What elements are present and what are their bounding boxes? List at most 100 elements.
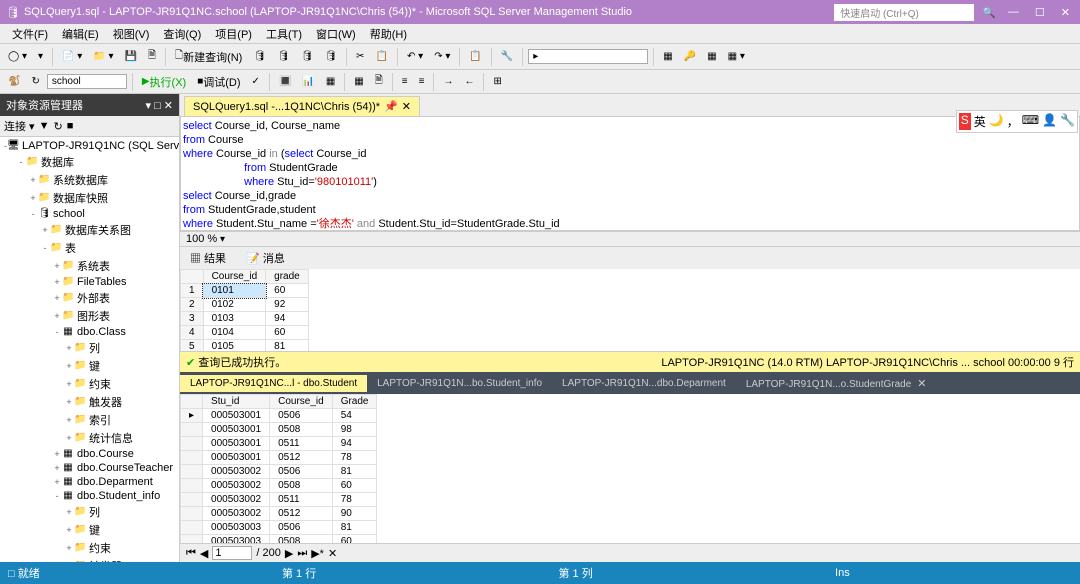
menu-item[interactable]: 查询(Q) xyxy=(157,25,207,43)
uncomment-icon[interactable]: ≡ xyxy=(415,74,429,89)
ime-keyboard-icon[interactable]: ⌨ xyxy=(1022,113,1039,130)
execute-button[interactable]: ▶ 执行(X) xyxy=(138,72,190,92)
grid-icon[interactable]: ▦ xyxy=(322,74,339,89)
tab-close-icon[interactable]: ✕ xyxy=(402,100,411,113)
object-tree[interactable]: -🖥 LAPTOP-JR91Q1NC (SQL Server 1... -📁数据… xyxy=(0,137,179,562)
stop-icon[interactable]: ■ xyxy=(67,120,74,132)
tree-item[interactable]: +📁触发器 xyxy=(2,393,177,411)
table-tab[interactable]: LAPTOP-JR91Q1N...bo.Student_info xyxy=(367,375,552,392)
tree-item[interactable]: +📁数据库关系图 xyxy=(2,221,177,239)
tree-item[interactable]: +📁约束 xyxy=(2,539,177,557)
ime-person-icon[interactable]: 👤 xyxy=(1042,113,1057,130)
undo-button[interactable]: ↶ ▾ xyxy=(403,49,427,64)
misc-icon[interactable]: ⊞ xyxy=(489,74,505,89)
menu-item[interactable]: 项目(P) xyxy=(209,25,258,43)
maximize-button[interactable]: ☐ xyxy=(1031,6,1049,19)
plan-icon[interactable]: 🔳 xyxy=(275,74,295,89)
tree-item[interactable]: +📁列 xyxy=(2,339,177,357)
sql-editor[interactable]: select Course_id, Course_namefrom Course… xyxy=(180,116,1080,231)
ime-lang-icon[interactable]: 英 xyxy=(974,113,986,130)
menu-item[interactable]: 编辑(E) xyxy=(56,25,105,43)
minimize-button[interactable]: — xyxy=(1004,6,1023,18)
tab-close-icon[interactable]: ✕ xyxy=(917,378,926,390)
to-file-icon[interactable]: 🗎 xyxy=(371,71,387,92)
parse-button[interactable]: ✓ xyxy=(248,74,264,89)
filter-dropdown[interactable]: ▸ xyxy=(528,49,648,64)
tree-item[interactable]: +📁键 xyxy=(2,357,177,375)
new-query-button[interactable]: 🗋 新建查询(N) xyxy=(171,46,246,67)
save-all-button[interactable]: 🗎 xyxy=(144,46,160,67)
nav-new-icon[interactable]: ▶* xyxy=(311,547,324,560)
debug-button[interactable]: ■ 调试(D) xyxy=(193,72,244,92)
tool-a[interactable]: ▦ xyxy=(659,49,676,64)
tree-item[interactable]: +📁系统数据库 xyxy=(2,171,177,189)
tree-item[interactable]: +📁数据库快照 xyxy=(2,189,177,207)
comment-icon[interactable]: ≡ xyxy=(398,74,412,89)
save-button[interactable]: 💾 xyxy=(121,49,141,64)
indent-icon[interactable]: → xyxy=(439,74,457,89)
tree-item[interactable]: +📁系统表 xyxy=(2,257,177,275)
folder-button[interactable]: 📁 ▾ xyxy=(89,49,117,64)
menu-item[interactable]: 工具(T) xyxy=(260,25,308,43)
table-data-grid[interactable]: Stu_idCourse_idGrade▸0005030010506540005… xyxy=(180,394,1080,543)
db-icon-3[interactable]: 🛢 xyxy=(297,49,318,64)
quick-launch-input[interactable]: 快速启动 (Ctrl+Q) xyxy=(834,4,974,21)
tool-c[interactable]: ▦ xyxy=(703,49,720,64)
db-icon-1[interactable]: 🛢 xyxy=(249,49,270,64)
table-tab[interactable]: LAPTOP-JR91Q1NC...l - dbo.Student xyxy=(180,375,367,392)
database-dropdown[interactable]: school xyxy=(47,74,127,89)
tree-item[interactable]: -🛢school xyxy=(2,207,177,221)
ime-punct-icon[interactable]: ， xyxy=(1007,113,1019,130)
cut-button[interactable]: ✂ xyxy=(352,49,368,64)
tree-item[interactable]: +▦dbo.Course xyxy=(2,447,177,461)
menu-item[interactable]: 窗口(W) xyxy=(310,25,362,43)
tree-item[interactable]: +📁约束 xyxy=(2,375,177,393)
menu-item[interactable]: 文件(F) xyxy=(6,25,54,43)
db-icon-2[interactable]: 🛢 xyxy=(273,49,294,64)
open-file-button[interactable]: 📄 ▾ xyxy=(58,49,86,64)
ime-widget[interactable]: S 英 🌙 ， ⌨ 👤 🔧 xyxy=(956,110,1078,133)
table-tab[interactable]: LAPTOP-JR91Q1N...o.StudentGrade✕ xyxy=(736,374,937,393)
nav-position-input[interactable] xyxy=(212,546,252,560)
tree-item[interactable]: -▦dbo.Class xyxy=(2,325,177,339)
tree-item[interactable]: -📁数据库 xyxy=(2,153,177,171)
close-button[interactable]: ✕ xyxy=(1057,6,1074,19)
zoom-indicator[interactable]: 100 % ▾ xyxy=(180,231,1080,246)
tree-item[interactable]: +▦dbo.Deparment xyxy=(2,475,177,489)
nav-prev-icon[interactable]: ◀ xyxy=(200,547,208,560)
nav-back-button[interactable]: ◯ ▾ xyxy=(4,49,31,64)
redo-button[interactable]: ↷ ▾ xyxy=(430,49,454,64)
tool-b[interactable]: 🔑 xyxy=(680,49,700,64)
tree-item[interactable]: +📁统计信息 xyxy=(2,429,177,447)
db-pick-icon[interactable]: 🐒 xyxy=(4,74,24,89)
ime-tool-icon[interactable]: 🔧 xyxy=(1060,113,1075,130)
tree-item[interactable]: -📁表 xyxy=(2,239,177,257)
find-button[interactable]: 📋 xyxy=(465,49,485,64)
search-icon[interactable]: 🔍 xyxy=(982,6,996,19)
results-grid[interactable]: Course_idgrade10101602010292301039440104… xyxy=(180,269,1080,351)
table-tab[interactable]: LAPTOP-JR91Q1N...dbo.Deparment xyxy=(552,375,736,392)
tree-item[interactable]: +📁图形表 xyxy=(2,307,177,325)
tree-root[interactable]: -🖥 LAPTOP-JR91Q1NC (SQL Server 1... xyxy=(2,139,177,153)
menu-item[interactable]: 视图(V) xyxy=(107,25,156,43)
results-tab[interactable]: ▦ 结果 xyxy=(186,249,230,267)
nav-del-icon[interactable]: ✕ xyxy=(328,547,337,560)
filter-icon[interactable]: ▼ xyxy=(39,120,50,132)
menu-item[interactable]: 帮助(H) xyxy=(364,25,413,43)
pin-icon[interactable]: 📌 xyxy=(384,100,398,113)
outdent-icon[interactable]: ← xyxy=(460,74,478,89)
messages-tab[interactable]: 📝 消息 xyxy=(242,249,289,267)
copy-button[interactable]: 📋 xyxy=(372,49,392,64)
tree-item[interactable]: +📁索引 xyxy=(2,411,177,429)
tree-item[interactable]: +📁FileTables xyxy=(2,275,177,289)
nav-last-icon[interactable]: ⏭ xyxy=(297,547,307,560)
tool-button[interactable]: 🔧 xyxy=(497,49,517,64)
tree-item[interactable]: +▦dbo.CourseTeacher xyxy=(2,461,177,475)
db-icon-4[interactable]: 🛢 xyxy=(320,49,341,64)
tree-item[interactable]: +📁外部表 xyxy=(2,289,177,307)
tool-d[interactable]: ▦ ▾ xyxy=(724,49,749,64)
sql-tab[interactable]: SQLQuery1.sql -...1Q1NC\Chris (54))* 📌 ✕ xyxy=(184,96,420,116)
nav-first-icon[interactable]: ⏮ xyxy=(186,547,196,560)
nav-next-icon[interactable]: ▶ xyxy=(285,547,293,560)
refresh-tree-icon[interactable]: ↻ xyxy=(53,120,62,133)
